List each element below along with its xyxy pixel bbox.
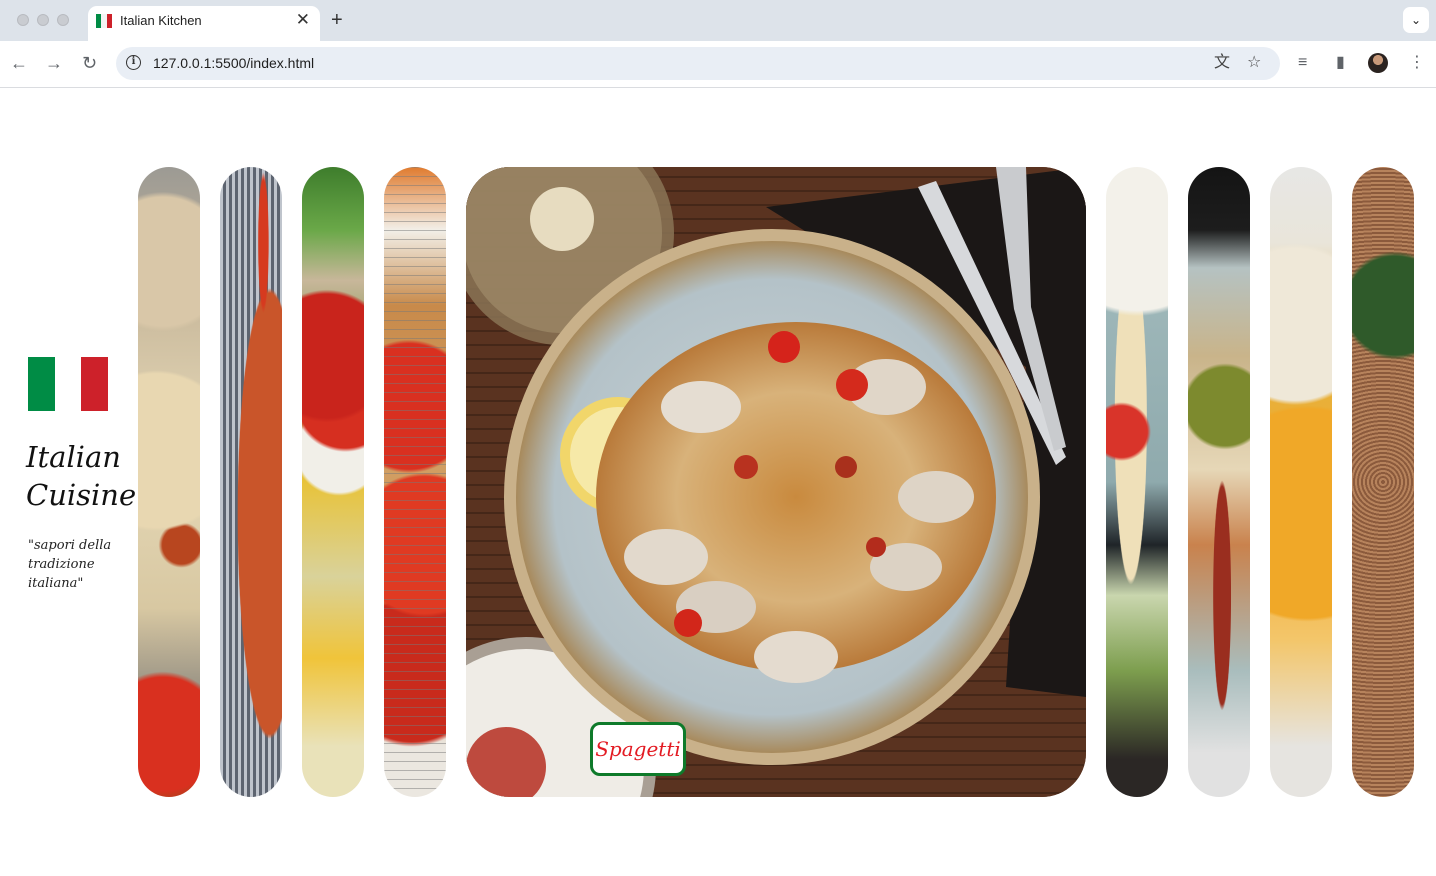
window-zoom-button[interactable] (57, 14, 69, 26)
tiramisu-image[interactable] (1352, 167, 1414, 797)
browser-tab[interactable]: Italian Kitchen ✕ (88, 6, 320, 41)
profile-avatar[interactable] (1368, 53, 1388, 73)
brand-line-1: Italian (26, 440, 121, 474)
spaghetti-clams-illustration (466, 167, 1086, 797)
active-dish-label[interactable]: Spagetti (590, 722, 686, 776)
bookmark-star-icon[interactable]: ☆ (1247, 53, 1261, 73)
flag-red-band (81, 357, 109, 411)
site-info-icon[interactable]: i (126, 55, 141, 70)
bruschetta-image[interactable] (384, 167, 446, 797)
tab-search-button[interactable]: ⌄ (1403, 7, 1429, 33)
back-icon[interactable]: ← (10, 51, 28, 75)
forward-icon[interactable]: → (45, 51, 63, 75)
browser-toolbar: ← → ↻ i 127.0.0.1:5500/index.html 文 ☆ ≡ … (0, 41, 1436, 88)
media-control-icon[interactable]: ≡ (1298, 53, 1307, 73)
flag-white-band (54, 357, 82, 411)
spaghetti-bowl-image[interactable] (220, 167, 282, 797)
window-close-button[interactable] (17, 14, 29, 26)
brand-title: Italian Cuisine (26, 438, 136, 514)
pizza-image[interactable] (138, 167, 200, 797)
address-bar[interactable]: i 127.0.0.1:5500/index.html 文 ☆ (116, 47, 1280, 80)
tab-title: Italian Kitchen (120, 13, 202, 28)
url-text[interactable]: 127.0.0.1:5500/index.html (153, 55, 314, 71)
browser-menu-icon[interactable]: ⋮ (1409, 53, 1425, 73)
window-minimize-button[interactable] (37, 14, 49, 26)
lasagna-image[interactable] (1270, 167, 1332, 797)
side-panel-icon[interactable]: ▮ (1336, 53, 1345, 73)
dark-plate-image[interactable] (1188, 167, 1250, 797)
reload-icon[interactable]: ↻ (82, 51, 97, 75)
tab-close-icon[interactable]: ✕ (296, 10, 310, 30)
favicon-flag-icon (96, 14, 112, 28)
tagliatelle-image[interactable] (1106, 167, 1168, 797)
browser-tab-bar: Italian Kitchen ✕ + ⌄ (0, 0, 1436, 41)
tomatoes-pasta-image[interactable] (302, 167, 364, 797)
tagline: "sapori della tradizione italiana" (28, 538, 112, 591)
italian-flag (28, 357, 109, 411)
flag-green-band (28, 357, 55, 411)
translate-icon[interactable]: 文 (1214, 53, 1230, 73)
spaghetti-clams-image[interactable] (466, 167, 1086, 797)
new-tab-button[interactable]: + (331, 7, 343, 33)
brand-line-2: Cuisine (26, 478, 137, 512)
